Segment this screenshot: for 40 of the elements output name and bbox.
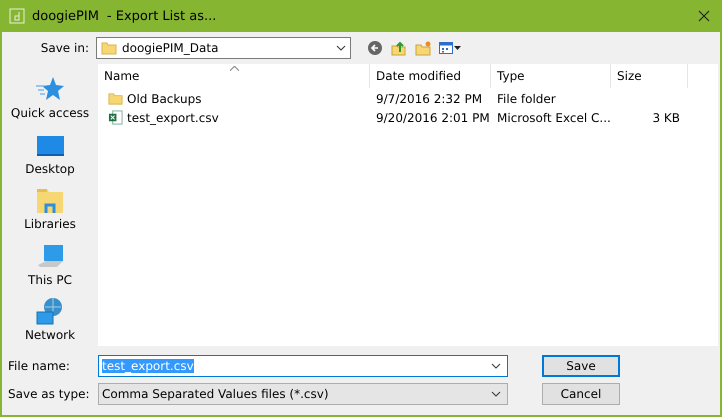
column-header[interactable]: Name xyxy=(98,64,370,88)
file-name: test_export.csv xyxy=(127,110,219,124)
back-icon[interactable] xyxy=(367,40,383,56)
save-type-dropdown[interactable]: Comma Separated Values files (*.csv) xyxy=(98,383,508,405)
save-in-dropdown[interactable]: doogiePIM_Data xyxy=(96,37,351,59)
caret-icon xyxy=(336,45,346,51)
view-menu-button[interactable] xyxy=(439,42,461,54)
place-label[interactable]: This PC xyxy=(28,272,72,287)
dropdown-arrow-icon xyxy=(454,46,461,50)
size-cell-text: 3 KB xyxy=(651,110,681,124)
column-header[interactable]: Size xyxy=(611,64,688,88)
window-title: doogiePIM xyxy=(32,8,99,24)
window-subtitle: - Export List as... xyxy=(106,8,216,24)
place-label[interactable]: Quick access xyxy=(10,106,90,120)
save-in-label: Save in: xyxy=(40,41,90,55)
date-cell-text: 9/20/2016 2:01 PM xyxy=(375,110,491,124)
file-name: Old Backups xyxy=(127,92,202,106)
type-cell-text: File folder xyxy=(496,92,557,106)
type-cell-text: Microsoft Excel C... xyxy=(496,110,611,124)
save-type-label: Save as type: xyxy=(7,387,91,401)
caret-icon xyxy=(491,391,501,397)
file-row[interactable]: test_export.csv 9/20/2016 2:01 PM Microsoft Excel C... 3 KB xyxy=(98,108,718,127)
file-row[interactable]: Old Backups 9/7/2016 2:32 PM File folder xyxy=(98,89,718,108)
app-icon xyxy=(9,8,25,24)
folder-icon xyxy=(108,91,123,106)
place-label[interactable]: Libraries xyxy=(24,217,76,232)
place-label[interactable]: Network xyxy=(24,328,76,342)
save-button[interactable]: Save xyxy=(542,355,620,377)
caret-icon[interactable] xyxy=(491,363,501,369)
column-header[interactable]: Date modified xyxy=(370,64,491,88)
date-cell-text: 9/7/2016 2:32 PM xyxy=(375,92,484,106)
place-label[interactable]: Desktop xyxy=(25,162,75,176)
column-header[interactable]: Type xyxy=(491,64,611,88)
view-icon xyxy=(439,42,453,54)
up-folder-icon[interactable] xyxy=(391,40,407,56)
close-icon[interactable] xyxy=(698,10,710,22)
file-name-label: File name: xyxy=(7,359,71,373)
cancel-button[interactable]: Cancel xyxy=(542,383,620,405)
spreadsheet-icon xyxy=(108,110,123,125)
folder-icon xyxy=(101,40,117,56)
